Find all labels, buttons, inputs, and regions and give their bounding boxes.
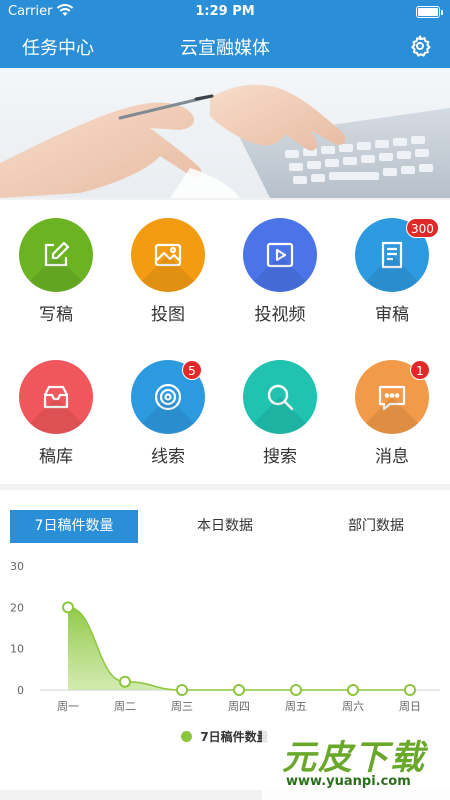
x-tick-label: 周日 [399,700,421,713]
tab-7-day-count[interactable]: 7日稿件数量 [10,510,138,543]
x-tick-label: 周四 [228,700,250,713]
legend-swatch [181,731,193,742]
y-tick-label: 30 [10,560,24,573]
tab-department-data[interactable]: 部门数据 [312,510,440,543]
status-time: 1:29 PM [195,4,255,19]
tile-write[interactable]: 写稿 [0,200,112,342]
tile-label: 投图 [151,305,185,325]
tile-post-video[interactable]: 投视频 [224,200,336,342]
data-point [290,684,302,696]
tile-label: 审稿 [375,305,409,325]
data-point [404,684,416,696]
badge-leads-count: 5 [182,360,202,380]
legend-label: 7日稿件数量 [200,730,269,744]
edit-icon [19,218,93,292]
data-point [176,684,188,696]
image-icon [131,218,205,292]
data-point [119,675,131,688]
x-tick-label: 周六 [342,700,364,713]
tile-label: 消息 [375,447,409,467]
tile-leads[interactable]: 5 线索 [112,342,224,484]
page-title: 云宣融媒体 [180,38,270,59]
tile-draft-library[interactable]: 稿库 [0,342,112,484]
banner-image[interactable] [0,68,450,198]
y-tick-label: 0 [17,684,24,697]
nav-bar: 任务中心 云宣融媒体 [0,24,450,68]
badge-review-count: 300 [406,218,439,238]
watermark-url: www.yuanpi.com [286,774,411,789]
video-icon [243,218,317,292]
watermark-logo-text: 元皮下载 [282,738,426,778]
area-chart: 0 10 20 30 周一 周二 周三 周四 周五 周六 周日 [10,560,440,713]
tile-post-image[interactable]: 投图 [112,200,224,342]
inbox-icon [19,360,93,434]
tab-today-data[interactable]: 本日数据 [161,510,289,543]
tile-label: 稿库 [39,447,73,467]
feature-grid: 写稿 投图 投视频 300 审稿 稿库 5 线索 搜索 1 消息 [0,200,450,484]
tile-label: 投视频 [254,305,306,325]
x-tick-label: 周二 [114,700,136,713]
stats-tabs: 7日稿件数量 本日数据 部门数据 [10,510,440,543]
y-tick-label: 20 [10,601,24,614]
tile-label: 搜索 [263,447,297,467]
tile-review[interactable]: 300 审稿 [336,200,448,342]
tile-label: 线索 [151,447,185,467]
tile-messages[interactable]: 1 消息 [336,342,448,484]
x-tick-label: 周三 [171,700,193,713]
badge-message-count: 1 [410,360,430,380]
x-tick-label: 周一 [57,700,79,713]
tile-label: 写稿 [39,305,73,325]
series-area [68,607,410,690]
status-bar: Carrier 1:29 PM [0,0,450,24]
data-point [347,684,359,696]
x-tick-label: 周五 [285,700,307,713]
search-icon [243,360,317,434]
series-line [67,606,410,691]
watermark: 元皮下载 www.yuanpi.com [262,728,450,800]
gear-icon[interactable] [408,34,432,58]
data-point [233,684,245,696]
battery-icon [416,6,443,18]
tile-search[interactable]: 搜索 [224,342,336,484]
y-tick-label: 10 [10,643,24,656]
data-point [62,601,74,614]
